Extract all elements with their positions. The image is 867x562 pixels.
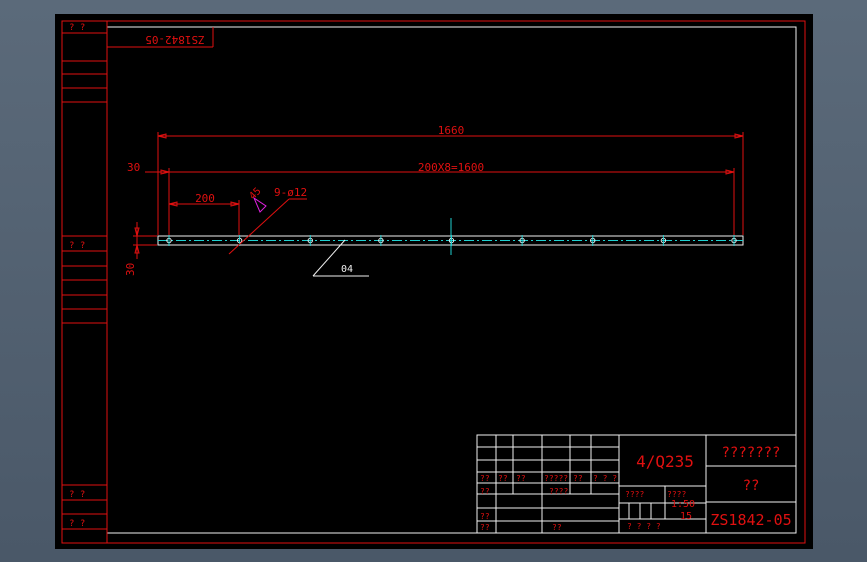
stage-label: ???? bbox=[625, 490, 644, 499]
drawing-sheet: ? ? ? ? ? ? ? ? ZS1842-05 1660 200X8=160… bbox=[55, 14, 813, 549]
left-strip: ? ? ? ? ? ? ? ? bbox=[62, 20, 108, 543]
strip-label-mid: ? ? bbox=[69, 241, 85, 251]
hole-callout-text: 9-ø12 bbox=[274, 186, 307, 199]
dim-height-text: 30 bbox=[124, 263, 137, 276]
part-leader-text: 04 bbox=[341, 264, 353, 275]
dim-first-pitch-text: 200 bbox=[195, 192, 215, 205]
strip-label-top: ? ? bbox=[69, 23, 85, 33]
mid-label-1: ?? bbox=[552, 523, 562, 532]
dim-height: 30 bbox=[124, 222, 157, 276]
dim-first-pitch: 200 bbox=[168, 192, 240, 235]
flat-bar bbox=[157, 218, 744, 255]
cad-canvas: ? ? ? ? ? ? ? ? ZS1842-05 1660 200X8=160… bbox=[61, 20, 806, 544]
dim-overall-text: 1660 bbox=[438, 124, 465, 137]
part-name-text: ?? bbox=[743, 478, 760, 494]
mirrored-drawing-code: ZS1842-05 bbox=[145, 33, 205, 46]
dim-pitch: 200X8=1600 30 bbox=[127, 161, 735, 235]
title-block: 4/Q235 ??????? ?? ZS1842-05 ?? ?? ?? ???… bbox=[476, 434, 797, 534]
left-label-2: ?? bbox=[480, 523, 490, 532]
dim-end-offset-text: 30 bbox=[127, 161, 140, 174]
left-label-0: ?? bbox=[480, 487, 490, 496]
hole-callout: 9-ø12 45 bbox=[228, 186, 307, 255]
sheet-text: ? ? ? ? bbox=[627, 522, 661, 531]
material-text: 4/Q235 bbox=[636, 452, 694, 471]
strip-label-bot1: ? ? bbox=[69, 490, 85, 500]
row-label-0: ?? bbox=[480, 474, 490, 483]
left-label-1: ?? bbox=[480, 512, 490, 521]
mid-label-0: ???? bbox=[549, 487, 568, 496]
mirrored-code-box: ZS1842-05 bbox=[107, 27, 214, 48]
dim-pitch-text: 200X8=1600 bbox=[418, 161, 484, 174]
weight-label: ???? bbox=[667, 490, 686, 499]
row-label-5: ? ? ? bbox=[593, 474, 617, 483]
row-label-3: ????? bbox=[544, 474, 568, 483]
row-label-1: ?? bbox=[498, 474, 508, 483]
row-label-2: ?? bbox=[516, 474, 526, 483]
strip-label-bot2: ? ? bbox=[69, 519, 85, 529]
row-label-4: ?? bbox=[573, 474, 583, 483]
company-text: ??????? bbox=[721, 445, 780, 461]
weight-text: 15 bbox=[680, 511, 692, 522]
scale-text: 1:50 bbox=[671, 499, 695, 510]
drawing-number-text: ZS1842-05 bbox=[710, 511, 791, 529]
chamfer-text: 45 bbox=[247, 186, 263, 202]
